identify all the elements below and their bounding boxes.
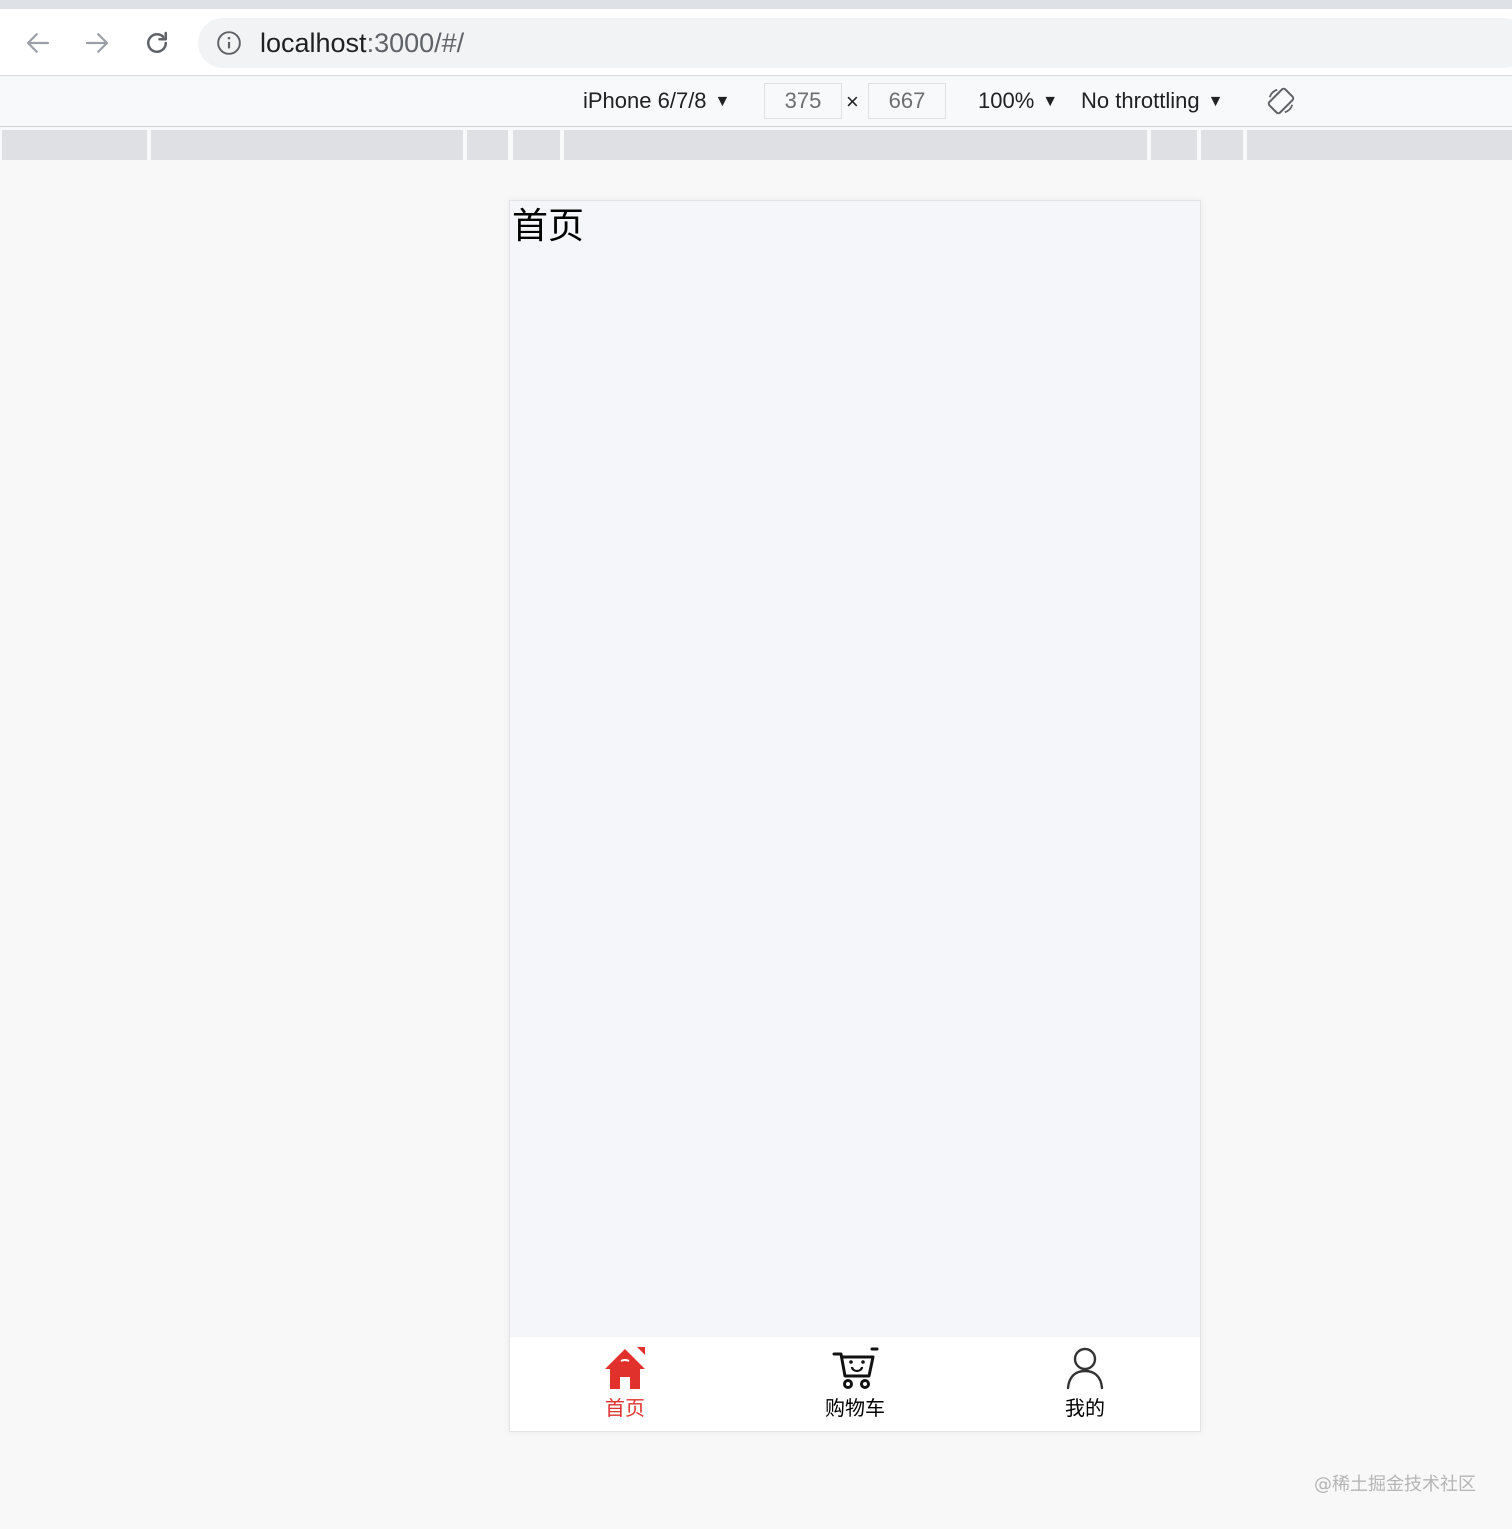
url-host: localhost [260,28,367,58]
device-viewport: 首页 首页 购物车 我的 [509,200,1201,1432]
back-button[interactable] [18,23,58,63]
media-query-segment[interactable] [1151,130,1197,160]
address-bar[interactable]: localhost:3000/#/ [198,18,1512,68]
media-query-segment[interactable] [151,130,463,160]
url-rest: :3000/#/ [366,28,465,58]
width-input[interactable]: 375 [764,83,842,119]
media-query-segment[interactable] [467,130,508,160]
tab-label: 首页 [605,1396,645,1420]
zoom-value: 100% [978,88,1035,113]
user-icon [1066,1347,1104,1390]
rotate-icon[interactable] [1266,86,1296,116]
arrow-right-icon [85,33,109,53]
page-title: 首页 [512,206,585,247]
cart-icon [832,1347,879,1389]
height-input[interactable]: 667 [868,83,946,119]
zoom-select[interactable]: 100% ▼ [978,87,1058,118]
forward-button[interactable] [77,23,117,63]
media-query-segment[interactable] [564,130,1147,160]
arrow-left-icon [26,33,50,53]
tab-cart[interactable]: 购物车 [740,1337,970,1431]
watermark: @稀土掘金技术社区 [1314,1474,1476,1495]
home-icon [605,1347,645,1389]
media-query-segment[interactable] [2,130,147,160]
media-query-bar[interactable] [0,128,1512,160]
reload-button[interactable] [137,23,177,63]
browser-toolbar: localhost:3000/#/ [0,9,1512,76]
caret-down-icon: ▼ [1207,93,1224,110]
window-top-strip [0,0,1512,9]
reload-icon [147,31,167,53]
tab-home[interactable]: 首页 [510,1337,740,1431]
info-icon[interactable] [216,30,242,56]
tab-profile[interactable]: 我的 [970,1337,1200,1431]
device-select[interactable]: iPhone 6/7/8 ▼ [583,87,730,118]
tab-label: 购物车 [825,1396,885,1420]
caret-down-icon: ▼ [1042,93,1059,110]
device-toolbar: iPhone 6/7/8 ▼ 375 × 667 100% ▼ No throttl… [0,77,1512,127]
caret-down-icon: ▼ [714,93,731,110]
throttling-select[interactable]: No throttling ▼ [1081,87,1223,118]
dimension-separator: × [846,89,859,114]
url-text[interactable]: localhost:3000/#/ [260,28,464,58]
bottom-tab-bar: 首页 购物车 我的 [510,1337,1200,1431]
throttling-value: No throttling [1081,88,1200,113]
media-query-segment[interactable] [513,130,560,160]
device-name: iPhone 6/7/8 [583,88,707,113]
media-query-segment[interactable] [1247,130,1512,160]
media-query-segment[interactable] [1201,130,1243,160]
tab-label: 我的 [1065,1396,1105,1420]
